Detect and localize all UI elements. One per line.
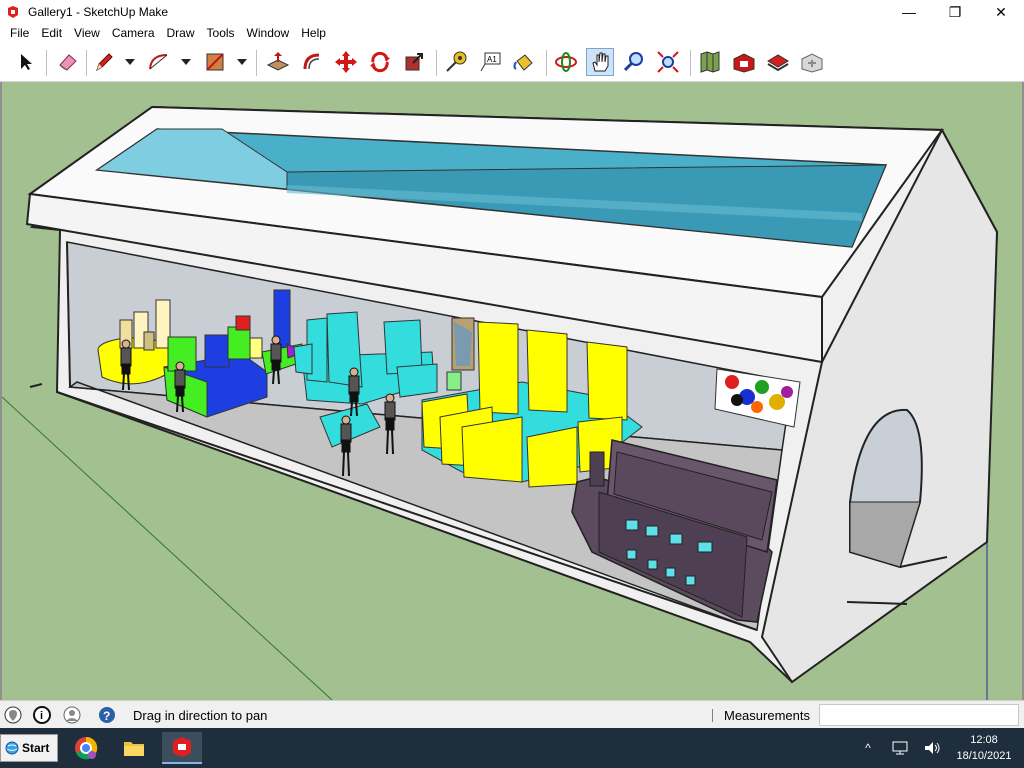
pan-hand-icon	[592, 52, 609, 72]
offset-tool[interactable]	[298, 48, 326, 76]
taskbar-sketchup[interactable]	[162, 732, 202, 764]
menu-view[interactable]: View	[68, 24, 106, 42]
arrow-cursor-icon	[21, 54, 32, 70]
orbit-icon	[555, 52, 577, 72]
clock-date: 18/10/2021	[956, 750, 1012, 762]
zoom-extents-icon	[657, 51, 679, 73]
chrome-icon	[75, 736, 98, 760]
eraser-icon	[59, 54, 77, 71]
title-bar: Gallery1 - SketchUp Make — ❐ ✕	[0, 0, 1024, 24]
rotate-icon	[370, 51, 390, 73]
sketchup-logo-icon	[8, 6, 18, 18]
paint-bucket-tool[interactable]	[510, 48, 538, 76]
orbit-tool[interactable]	[552, 48, 580, 76]
speaker-icon	[925, 742, 940, 754]
map-icon	[700, 51, 720, 73]
folder-icon	[124, 742, 144, 756]
menu-tools[interactable]: Tools	[201, 24, 241, 42]
move-tool[interactable]	[332, 48, 360, 76]
chevron-down-icon	[181, 59, 191, 65]
clock-time: 12:08	[970, 734, 998, 746]
arc-tool-dropdown[interactable]	[180, 54, 192, 70]
pencil-icon	[96, 53, 113, 72]
svg-text:i: i	[40, 710, 43, 722]
rectangle-tool[interactable]	[201, 48, 229, 76]
line-tool-dropdown[interactable]	[124, 54, 136, 70]
extension-warehouse-tool[interactable]	[798, 48, 826, 76]
scale-tool[interactable]	[400, 48, 428, 76]
rectangle-tool-dropdown[interactable]	[236, 54, 248, 70]
tray-network[interactable]	[890, 738, 910, 758]
gallery-3d-model	[2, 105, 999, 700]
paint-bucket-icon	[513, 54, 533, 71]
arc-icon	[149, 54, 168, 70]
pan-tool[interactable]	[586, 48, 614, 76]
taskbar-chrome[interactable]	[66, 732, 106, 764]
window-title: Gallery1 - SketchUp Make	[28, 5, 169, 19]
magnifier-icon	[623, 52, 643, 72]
sign-in-button[interactable]	[62, 705, 82, 725]
tape-measure-tool[interactable]	[442, 48, 470, 76]
help-icon: ?	[99, 707, 115, 723]
user-account-icon	[63, 706, 81, 724]
svg-text:A1: A1	[487, 55, 497, 64]
status-bar: i ? Drag in direction to pan Measurement…	[0, 700, 1024, 728]
modeling-viewport[interactable]	[0, 82, 1024, 700]
svg-text:?: ?	[103, 709, 110, 723]
maximize-button[interactable]: ❐	[932, 0, 978, 24]
zoom-extents-tool[interactable]	[654, 48, 682, 76]
tray-volume[interactable]	[922, 738, 942, 758]
scale-icon	[405, 53, 423, 71]
taskbar-file-explorer[interactable]	[114, 732, 154, 764]
menu-edit[interactable]: Edit	[35, 24, 68, 42]
instructor-button[interactable]: ?	[97, 705, 117, 725]
menu-draw[interactable]: Draw	[161, 24, 201, 42]
status-hint: Drag in direction to pan	[133, 708, 268, 723]
share-model-icon	[767, 54, 789, 72]
tray-overflow-button[interactable]: ^	[858, 738, 878, 758]
menu-help[interactable]: Help	[295, 24, 332, 42]
eraser-tool[interactable]	[54, 48, 82, 76]
menu-file[interactable]: File	[4, 24, 35, 42]
status-divider	[712, 709, 713, 722]
share-model-tool[interactable]	[764, 48, 792, 76]
windows-globe-icon	[5, 741, 19, 755]
windows-taskbar: Start ^ 12:08 18/10/2021	[0, 728, 1024, 768]
chevron-down-icon	[125, 59, 135, 65]
warehouse-icon	[733, 53, 755, 73]
main-toolbar: A1	[0, 42, 1024, 82]
menu-window[interactable]: Window	[241, 24, 296, 42]
info-icon: i	[33, 706, 51, 724]
3d-warehouse-tool[interactable]	[730, 48, 758, 76]
menu-camera[interactable]: Camera	[106, 24, 161, 42]
move-arrows-icon	[335, 51, 357, 73]
minimize-button[interactable]: —	[886, 0, 932, 24]
rectangle-icon	[206, 53, 224, 71]
chevron-down-icon	[237, 59, 247, 65]
close-button[interactable]: ✕	[978, 0, 1024, 24]
text-label-icon: A1	[480, 52, 501, 72]
measurements-input[interactable]	[819, 704, 1019, 726]
menu-bar: File Edit View Camera Draw Tools Window …	[0, 24, 1024, 42]
sketchup-logo-icon	[173, 737, 191, 757]
text-tool[interactable]: A1	[476, 48, 504, 76]
zoom-tool[interactable]	[620, 48, 648, 76]
extension-icon	[801, 53, 823, 73]
rotate-tool[interactable]	[366, 48, 394, 76]
line-tool[interactable]	[90, 48, 118, 76]
select-tool[interactable]	[12, 48, 40, 76]
network-icon	[892, 741, 908, 755]
tape-measure-icon	[446, 51, 467, 72]
measurements-label: Measurements	[724, 708, 810, 723]
system-clock[interactable]: 12:08 18/10/2021	[948, 732, 1020, 764]
arc-tool[interactable]	[145, 48, 173, 76]
credits-button[interactable]: i	[32, 705, 52, 725]
offset-icon	[303, 53, 320, 70]
location-pin-icon	[4, 706, 22, 724]
push-pull-tool[interactable]	[264, 48, 292, 76]
geo-location-button[interactable]	[3, 705, 23, 725]
push-pull-icon	[266, 52, 290, 71]
add-location-tool[interactable]	[696, 48, 724, 76]
start-button[interactable]: Start	[0, 734, 58, 762]
